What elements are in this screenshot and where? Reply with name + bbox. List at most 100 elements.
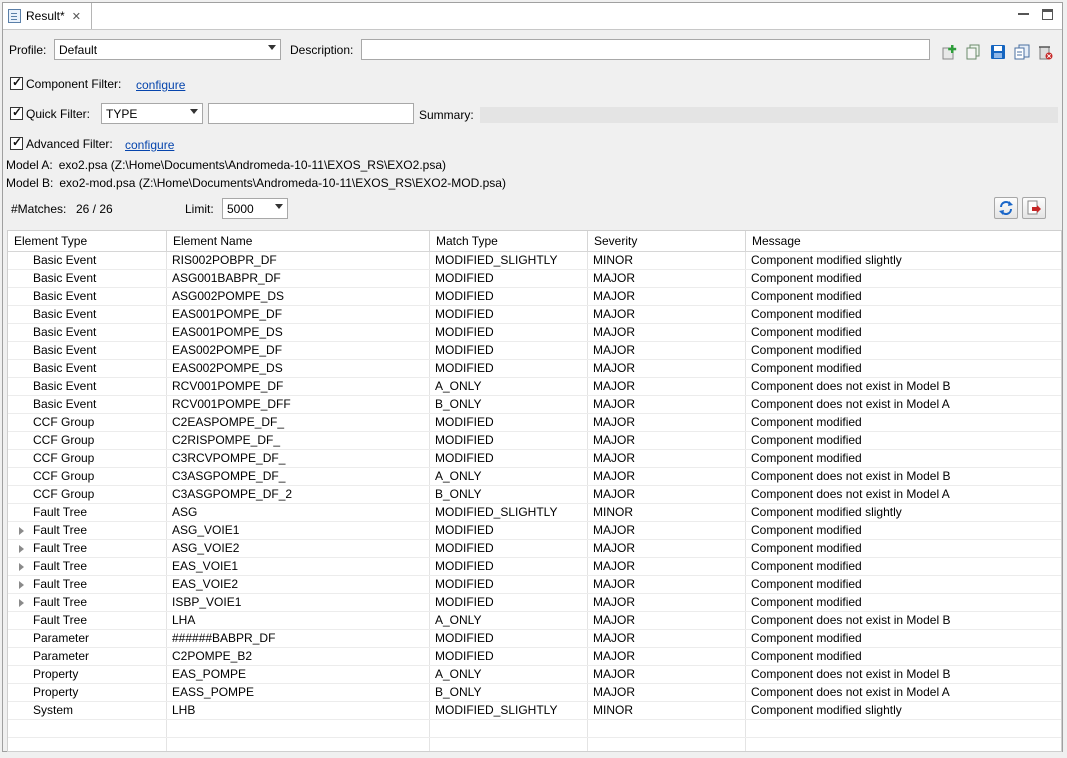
table-row[interactable]: CCF Group C3RCVPOMPE_DF_ MODIFIED MAJOR Comp…: [8, 450, 1061, 468]
table-row[interactable]: Basic Event EAS002POMPE_DF MODIFIED MAJOR Co…: [8, 342, 1061, 360]
tab-result[interactable]: Result* ✕: [3, 3, 92, 29]
table-row[interactable]: Basic Event RIS002POBPR_DF MODIFIED_SLIGHT…: [8, 252, 1061, 270]
cell-type: Fault Tree: [33, 613, 88, 627]
cell-match: MODIFIED: [435, 577, 494, 591]
chevron-right-icon[interactable]: [19, 545, 24, 553]
table-row[interactable]: Basic Event EAS001POMPE_DS MODIFIED MAJOR Co…: [8, 324, 1061, 342]
table-row[interactable]: Basic Event EAS001POMPE_DF MODIFIED MAJOR Co…: [8, 306, 1061, 324]
copy-profile-icon[interactable]: [966, 44, 982, 60]
table-row[interactable]: CCF Group C3ASGPOMPE_DF_ A_ONLY MAJOR Compon…: [8, 468, 1061, 486]
cell-message: Component does not exist in Model B: [751, 379, 951, 393]
export-icon[interactable]: [1014, 44, 1030, 60]
table-row[interactable]: Basic Event EAS002POMPE_DS MODIFIED MAJOR Co…: [8, 360, 1061, 378]
maximize-icon[interactable]: [1042, 9, 1053, 20]
advanced-filter-configure-link[interactable]: configure: [125, 138, 174, 152]
table-row[interactable]: Parameter ######BABPR_DF MODIFIED MAJOR Comp…: [8, 630, 1061, 648]
table-row[interactable]: Fault Tree EAS_VOIE1 MODIFIED MAJOR Componen…: [8, 558, 1061, 576]
table-row[interactable]: CCF Group C2RISPOMPE_DF_ MODIFIED MAJOR Comp…: [8, 432, 1061, 450]
cell-type: Fault Tree: [33, 595, 88, 609]
table-row[interactable]: Fault Tree LHA A_ONLY MAJOR Component does n…: [8, 612, 1061, 630]
cell-severity: MAJOR: [593, 289, 635, 303]
cell-message: Component modified: [751, 415, 862, 429]
component-filter-checkbox[interactable]: [10, 75, 23, 90]
component-filter-configure-link[interactable]: configure: [136, 78, 185, 92]
table-row[interactable]: System LHB MODIFIED_SLIGHTLY MINOR Component…: [8, 702, 1061, 720]
column-header-message[interactable]: Message: [745, 231, 1061, 251]
cell-type: Parameter: [33, 631, 90, 645]
quick-filter-type-value: TYPE: [106, 106, 138, 121]
cell-name: C2EASPOMPE_DF_: [172, 415, 285, 429]
column-header-element-type[interactable]: Element Type: [8, 231, 166, 251]
column-header-element-name[interactable]: Element Name: [166, 231, 429, 251]
table-row[interactable]: Fault Tree ISBP_VOIE1 MODIFIED MAJOR Compone…: [8, 594, 1061, 612]
model-a-label: Model A:: [6, 158, 53, 172]
cell-type: Fault Tree: [33, 541, 88, 555]
cell-match: MODIFIED: [435, 523, 494, 537]
cell-name: ASG002POMPE_DS: [172, 289, 285, 303]
table-row[interactable]: Property EAS_POMPE A_ONLY MAJOR Component do…: [8, 666, 1061, 684]
cell-message: Component does not exist in Model B: [751, 667, 951, 681]
chevron-right-icon[interactable]: [19, 527, 24, 535]
cell-match: A_ONLY: [435, 667, 482, 681]
cell-severity: MAJOR: [593, 667, 635, 681]
column-header-severity[interactable]: Severity: [587, 231, 745, 251]
cell-match: A_ONLY: [435, 469, 482, 483]
cell-type: Basic Event: [33, 253, 97, 267]
cell-match: MODIFIED: [435, 325, 494, 339]
save-icon[interactable]: [990, 44, 1006, 60]
limit-label: Limit:: [185, 202, 214, 216]
table-row[interactable]: Fault Tree ASG_VOIE2 MODIFIED MAJOR Componen…: [8, 540, 1061, 558]
table-row[interactable]: Fault Tree ASG MODIFIED_SLIGHTLY MINOR Compo…: [8, 504, 1061, 522]
profile-select[interactable]: Default: [54, 39, 281, 60]
delete-icon[interactable]: [1037, 44, 1053, 60]
chevron-right-icon[interactable]: [19, 581, 24, 589]
results-table: Element Type Element Name Match Type Sev…: [7, 230, 1062, 752]
chevron-right-icon[interactable]: [19, 599, 24, 607]
advanced-filter-checkbox[interactable]: [10, 135, 23, 150]
quick-filter-checkbox[interactable]: [10, 105, 23, 120]
column-header-match-type[interactable]: Match Type: [429, 231, 587, 251]
chevron-right-icon[interactable]: [19, 563, 24, 571]
cell-match: MODIFIED_SLIGHTLY: [435, 253, 558, 267]
cell-severity: MAJOR: [593, 631, 635, 645]
cell-name: EAS_POMPE: [172, 667, 247, 681]
refresh-button[interactable]: [994, 197, 1018, 219]
cell-type: CCF Group: [33, 469, 95, 483]
cell-match: MODIFIED: [435, 415, 494, 429]
quick-filter-type-select[interactable]: TYPE: [101, 103, 203, 124]
table-row[interactable]: Fault Tree ASG_VOIE1 MODIFIED MAJOR Componen…: [8, 522, 1061, 540]
cell-type: Basic Event: [33, 379, 97, 393]
close-icon[interactable]: ✕: [72, 10, 81, 23]
minimize-icon[interactable]: [1018, 9, 1029, 15]
table-row[interactable]: Basic Event ASG002POMPE_DS MODIFIED MAJOR Co…: [8, 288, 1061, 306]
cell-match: MODIFIED: [435, 451, 494, 465]
table-row[interactable]: Property EASS_POMPE B_ONLY MAJOR Component d…: [8, 684, 1061, 702]
cell-name: LHA: [172, 613, 196, 627]
table-row[interactable]: Basic Event RCV001POMPE_DFF B_ONLY MAJOR Com…: [8, 396, 1061, 414]
chevron-down-icon: [190, 109, 198, 114]
table-row[interactable]: Basic Event RCV001POMPE_DF A_ONLY MAJOR Comp…: [8, 378, 1061, 396]
cell-type: Fault Tree: [33, 505, 88, 519]
export-result-button[interactable]: [1022, 197, 1046, 219]
cell-match: MODIFIED: [435, 559, 494, 573]
cell-message: Component does not exist in Model B: [751, 469, 951, 483]
table-row[interactable]: CCF Group C2EASPOMPE_DF_ MODIFIED MAJOR Comp…: [8, 414, 1061, 432]
cell-type: Basic Event: [33, 289, 97, 303]
cell-match: MODIFIED: [435, 433, 494, 447]
cell-message: Component does not exist in Model A: [751, 397, 950, 411]
matches-value: 26 / 26: [76, 202, 113, 216]
description-input[interactable]: [361, 39, 930, 60]
cell-type: CCF Group: [33, 451, 95, 465]
table-row[interactable]: Basic Event ASG001BABPR_DF MODIFIED MAJOR Co…: [8, 270, 1061, 288]
limit-select[interactable]: 5000: [222, 198, 288, 219]
cell-severity: MAJOR: [593, 685, 635, 699]
cell-name: C3ASGPOMPE_DF_2: [172, 487, 293, 501]
table-row[interactable]: Fault Tree EAS_VOIE2 MODIFIED MAJOR Componen…: [8, 576, 1061, 594]
table-row[interactable]: CCF Group C3ASGPOMPE_DF_2 B_ONLY MAJOR Compo…: [8, 486, 1061, 504]
cell-severity: MINOR: [593, 703, 633, 717]
add-profile-icon[interactable]: [942, 44, 958, 60]
table-row[interactable]: Parameter C2POMPE_B2 MODIFIED MAJOR Componen…: [8, 648, 1061, 666]
cell-message: Component modified slightly: [751, 253, 902, 267]
quick-filter-input[interactable]: [208, 103, 414, 124]
model-b-path: exo2-mod.psa (Z:\Home\Documents\Andromed…: [59, 176, 506, 190]
